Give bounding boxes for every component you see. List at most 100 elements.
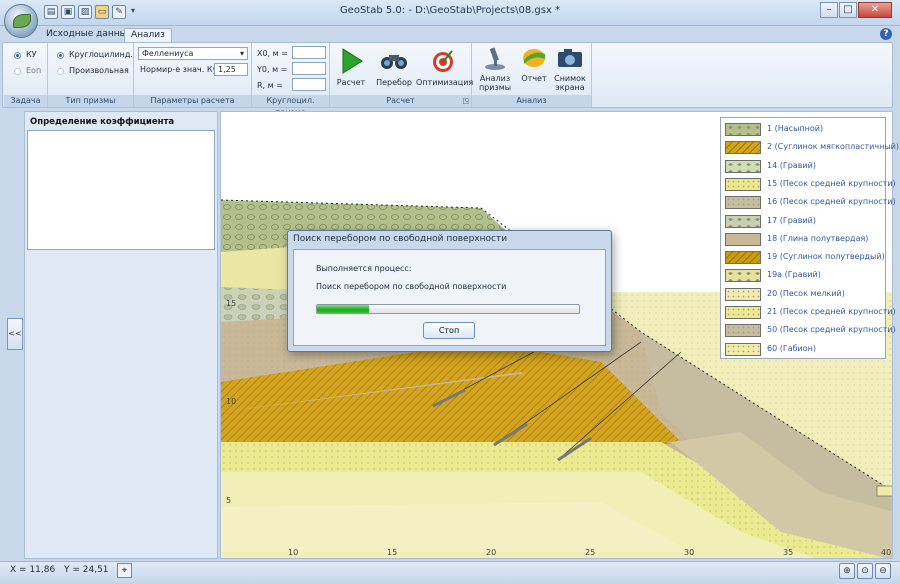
zoom-fit-button[interactable]: ⊙ [857,563,873,579]
x-tick-30: 30 [684,548,695,557]
search-button[interactable]: Перебор [372,45,416,95]
x-tick-10: 10 [288,548,299,557]
legend-label: 19 (Суглинок полутвердый) [767,252,885,262]
legend-label: 2 (Суглинок мягкопластичный) [767,142,899,152]
legend-label: 14 (Гравий) [767,160,816,170]
search-button-label: Перебор [376,78,412,87]
norm-label: Нормир-е знач. Ку [140,65,218,74]
r-label: R, м = [257,81,283,90]
y-tick-5: 5 [226,496,232,505]
zoom-in-button[interactable]: ⊕ [839,563,855,579]
group-calc-params: Феллениуса ▾ Нормир-е знач. Ку 1,25 Пара… [134,43,252,107]
optimize-button[interactable]: Оптимизация [416,45,474,95]
progress-bar-fill [317,305,370,313]
app-menu-button[interactable] [4,4,38,38]
zoom-out-button[interactable]: ⊖ [875,563,891,579]
zoom-out-icon: ⊖ [879,566,887,576]
group-analysis-label: Анализ [472,95,591,107]
group-calc-params-label: Параметры расчета [134,95,251,107]
dialog-launcher-icon[interactable]: ◳ [462,97,469,105]
norm-value-input[interactable]: 1,25 [214,63,248,76]
maximize-button[interactable]: □ [839,2,857,18]
group-calc-label: Расчет [330,95,471,107]
results-box [27,130,215,250]
snap-grid-button[interactable]: ⌖ [117,563,132,578]
radio-arbitrary[interactable] [57,68,64,75]
status-x: X = 11,86 [10,565,56,575]
legend-label: 21 (Песок средней крупности) [767,307,896,316]
radio-eop-label: Еоп [26,66,42,75]
legend-label: 16 (Песок средней крупности) [767,197,896,207]
report-icon [523,49,545,67]
run-button-label: Расчет [336,78,366,87]
group-task: КУ Еоп Задача [4,43,48,107]
x0-label: X0, м = [257,49,288,58]
y0-input[interactable] [292,62,326,75]
legend-label: 60 (Габион) [767,343,817,353]
minimize-button[interactable]: – [820,2,838,18]
radio-ku-label: КУ [26,50,37,59]
legend-label: 50 (Песок средней крупности) [767,325,896,335]
y0-label: Y0, м = [257,65,288,74]
radio-circular[interactable] [57,52,64,59]
legend-label: 1 (Насыпной) [767,124,824,133]
legend-swatch [725,141,761,155]
legend-swatch [725,306,761,319]
legend-swatch [725,196,761,210]
legend-swatch [725,159,761,173]
app-logo-icon [13,14,31,28]
radio-ku[interactable] [14,52,21,59]
optimize-button-label: Оптимизация [416,78,474,87]
help-icon[interactable]: ? [880,28,892,40]
play-icon [342,48,363,74]
report-button[interactable]: Отчет [518,45,550,95]
legend-label: 17 (Гравий) [767,215,816,225]
run-button[interactable]: Расчет [334,45,368,95]
legend-swatch [725,123,761,136]
legend-swatch [725,287,761,301]
group-circular-prism: X0, м = Y0, м = R, м = Круглоцил. призма [252,43,330,117]
radio-eop[interactable] [14,68,21,75]
panel-title: Определение коэффициента устойчивости [30,117,175,141]
status-y: Y = 24,51 [64,565,109,575]
r-input[interactable] [292,78,326,91]
progress-bar [316,304,580,314]
legend-swatch [725,177,761,191]
process-name: Поиск перебором по свободной поверхности [316,282,507,291]
x-tick-20: 20 [486,548,497,557]
prism-analysis-button[interactable]: Анализ призмы [476,45,514,95]
collapse-panel-button[interactable]: << [7,318,23,350]
legend-swatch [725,269,761,283]
process-label: Выполняется процесс: [316,264,412,273]
camera-icon [558,49,582,67]
x-tick-35: 35 [783,548,794,557]
target-icon [433,50,453,72]
prism-analysis-label-2: призмы [478,83,512,92]
x-tick-40: 40 [881,548,892,557]
group-prism-type-label: Тип призмы [48,95,133,107]
snapshot-label-1: Снимок [554,74,586,83]
group-prism-type: Круглоцилинд. Произвольная Тип призмы [48,43,134,107]
x0-input[interactable] [292,46,326,59]
legend-swatch [725,232,761,246]
legend-swatch [725,342,761,356]
status-bar [0,561,900,584]
snapshot-label-2: экрана [555,83,585,92]
stop-button[interactable]: Стоп [423,322,475,339]
legend-label: 15 (Песок средней крупности) [767,178,896,188]
radio-arbitrary-label: Произвольная [69,66,129,75]
close-button[interactable]: ✕ [858,2,892,18]
y-tick-10: 10 [226,397,237,406]
y-tick-15: 15 [226,299,237,308]
window-title: GeoStab 5.0: - D:\GeoStab\Projects\08.gs… [339,5,561,16]
legend-label: 20 (Песок мелкий) [767,288,845,298]
x-tick-25: 25 [585,548,596,557]
tab-analysis[interactable]: Анализ [124,28,172,42]
snapshot-button[interactable]: Снимок экрана [552,45,588,95]
binoculars-icon [381,55,407,69]
prism-analysis-label-1: Анализ [479,74,511,83]
method-select[interactable]: Феллениуса ▾ [138,47,248,60]
soil-legend: 1 (Насыпной) 2 (Суглинок мягкопластичный)… [720,117,899,359]
group-calc: Расчет Перебор Оптимизация Расчет ◳ [330,43,474,107]
zoom-fit-icon: ⊙ [861,566,869,576]
